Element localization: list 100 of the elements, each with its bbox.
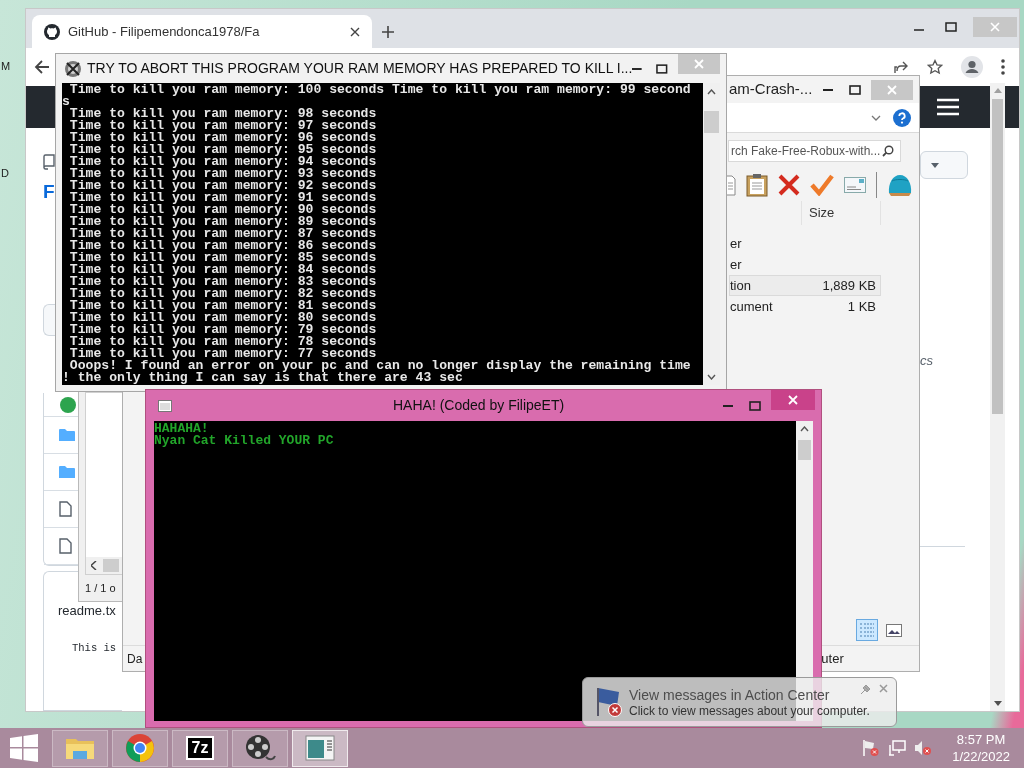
scroll-thumb[interactable] — [103, 558, 119, 572]
search-field[interactable]: rch Fake-Free-Robux-with... — [728, 140, 901, 162]
tab-title: GitHub - Filipemendonca1978/Fa — [68, 23, 260, 42]
console-line: Time to kill you ram memory: 86 seconds — [68, 240, 378, 252]
browser-tab[interactable]: GitHub - Filipemendonca1978/Fa — [32, 15, 372, 49]
window-icon — [305, 735, 335, 761]
console-line: Time to kill you ram memory: 81 seconds — [68, 300, 378, 312]
status-text: uter — [821, 649, 844, 668]
maximize-icon[interactable] — [656, 63, 668, 74]
card-icon[interactable] — [844, 177, 866, 193]
readme-title[interactable]: readme.tx — [58, 601, 116, 621]
close-icon[interactable] — [350, 26, 360, 37]
menu-icon[interactable] — [1001, 59, 1005, 76]
console-line: Time to kill you ram memory: 83 seconds — [68, 276, 378, 288]
notification-text: Click to view messages about your computer. — [629, 703, 870, 719]
maximize-icon[interactable] — [945, 22, 957, 32]
taskbar-button[interactable] — [292, 729, 348, 767]
console-line: Time to kill you ram memory: 94 seconds — [68, 156, 378, 168]
desktop-icon-label[interactable]: D — [1, 164, 11, 181]
console-line: Time to kill you ram memory: 96 seconds — [68, 132, 378, 144]
console-line: HAHAHA! — [154, 423, 209, 435]
muted-speaker-icon[interactable] — [914, 739, 933, 757]
console-line: Time to kill you ram memory: 85 seconds — [68, 252, 378, 264]
checkmark-icon[interactable] — [810, 174, 834, 196]
clipboard-icon[interactable] — [746, 173, 768, 197]
start-icon[interactable] — [10, 734, 38, 762]
console-line: Time to kill you ram memory: 79 seconds — [68, 324, 378, 336]
window-title: TRY TO ABORT THIS PROGRAM YOUR RAM MEMORY HAS PREPARED TO KILL I... — [87, 59, 633, 78]
desktop-icon-label[interactable]: M — [1, 58, 11, 75]
document-icon[interactable] — [726, 174, 736, 196]
flag-error-icon — [595, 686, 625, 718]
notification-balloon[interactable]: View messages in Action Center Click to view messages about your computer. — [582, 677, 897, 727]
scroll-thumb[interactable] — [704, 111, 719, 133]
folder-icon — [59, 428, 75, 442]
pin-icon[interactable] — [860, 684, 871, 695]
delete-icon[interactable] — [778, 174, 800, 196]
console-line: Ooops! I found an error on your pc and can no longer display the remaining time — [68, 360, 692, 372]
window-title: HAHA! (Coded by FilipeET) — [393, 396, 565, 415]
profile-icon[interactable] — [961, 56, 983, 79]
minimize-icon[interactable] — [632, 66, 642, 71]
console-line: Time to kill you ram memory: 95 seconds — [68, 144, 378, 156]
console-line: Time to kill you ram memory: 87 seconds — [68, 228, 378, 240]
file-row[interactable]: er — [729, 233, 881, 254]
console-line: Time to kill you ram memory: 80 seconds — [68, 312, 378, 324]
app-logo: 7z — [185, 736, 215, 760]
chevron-icon[interactable] — [871, 114, 881, 121]
details-view-button[interactable] — [856, 619, 878, 641]
caret-icon — [931, 162, 939, 168]
search-icon — [882, 145, 894, 157]
console-line: Time to kill you ram memory: 84 seconds — [68, 264, 378, 276]
github-icon — [44, 23, 60, 40]
console-line: Time to kill you ram memory: 77 seconds — [68, 348, 378, 360]
taskbar-button[interactable]: 7z — [172, 729, 228, 767]
chrome-icon — [125, 733, 155, 763]
repo-title[interactable]: F — [43, 180, 55, 204]
console-icon — [158, 399, 172, 412]
console-line: Time to kill you ram memory: 97 seconds — [68, 120, 378, 132]
column-header[interactable]: Da — [126, 646, 144, 671]
action-center-icon[interactable] — [862, 739, 881, 757]
scroll-thumb[interactable] — [798, 440, 811, 460]
menu-icon[interactable] — [937, 97, 959, 116]
scroll-up-icon[interactable] — [707, 89, 716, 95]
repo-icon — [43, 154, 55, 170]
console-line: s — [62, 96, 70, 108]
scroll-down-icon[interactable] — [707, 374, 716, 380]
maximize-icon[interactable] — [849, 84, 861, 95]
console-line: Time to kill you ram memory: 82 seconds — [68, 288, 378, 300]
share-icon[interactable] — [893, 59, 909, 76]
horizontal-scrollbar[interactable] — [86, 556, 122, 574]
console-line: Time to kill you ram memory: 90 seconds — [68, 204, 378, 216]
console-line: Time to kill you ram memory: 100 seconds Time to kill you ram memory: 99 second — [69, 84, 692, 96]
status-icon — [59, 396, 77, 413]
taskbar-button[interactable] — [232, 729, 288, 767]
column-header[interactable]: Size — [809, 203, 835, 223]
notification-title: View messages in Action Center — [629, 685, 830, 704]
program-icon — [64, 59, 82, 78]
star-icon[interactable] — [927, 59, 943, 76]
file-row[interactable]: er — [729, 254, 881, 275]
close-icon — [990, 22, 1000, 32]
file-row[interactable]: tion 1,889 KB — [729, 275, 881, 296]
console-line: Nyan Cat Killed YOUR PC — [154, 435, 335, 447]
scroll-up-icon[interactable] — [800, 426, 809, 432]
page-counter: 1 / 1 o — [85, 580, 116, 596]
readme-text: This is — [72, 640, 117, 656]
scroll-left-icon[interactable] — [91, 560, 97, 570]
window-title: am-Crash-... — [729, 79, 813, 100]
shell-icon[interactable] — [887, 173, 913, 197]
back-icon[interactable] — [34, 59, 50, 76]
file-row[interactable]: cument 1 KB — [729, 296, 881, 317]
close-icon — [788, 395, 798, 405]
scroll-down-icon[interactable] — [993, 701, 1002, 706]
help-icon[interactable] — [893, 108, 911, 127]
scroll-thumb[interactable] — [992, 99, 1003, 414]
minimize-icon[interactable] — [823, 87, 833, 92]
network-icon[interactable] — [888, 739, 907, 757]
close-icon — [693, 59, 704, 69]
console-line: Time to kill you ram memory: 98 seconds — [68, 108, 378, 120]
console-line: Time to kill you ram memory: 91 seconds — [68, 192, 378, 204]
close-button[interactable] — [771, 390, 815, 410]
new-tab-icon[interactable] — [381, 25, 395, 40]
